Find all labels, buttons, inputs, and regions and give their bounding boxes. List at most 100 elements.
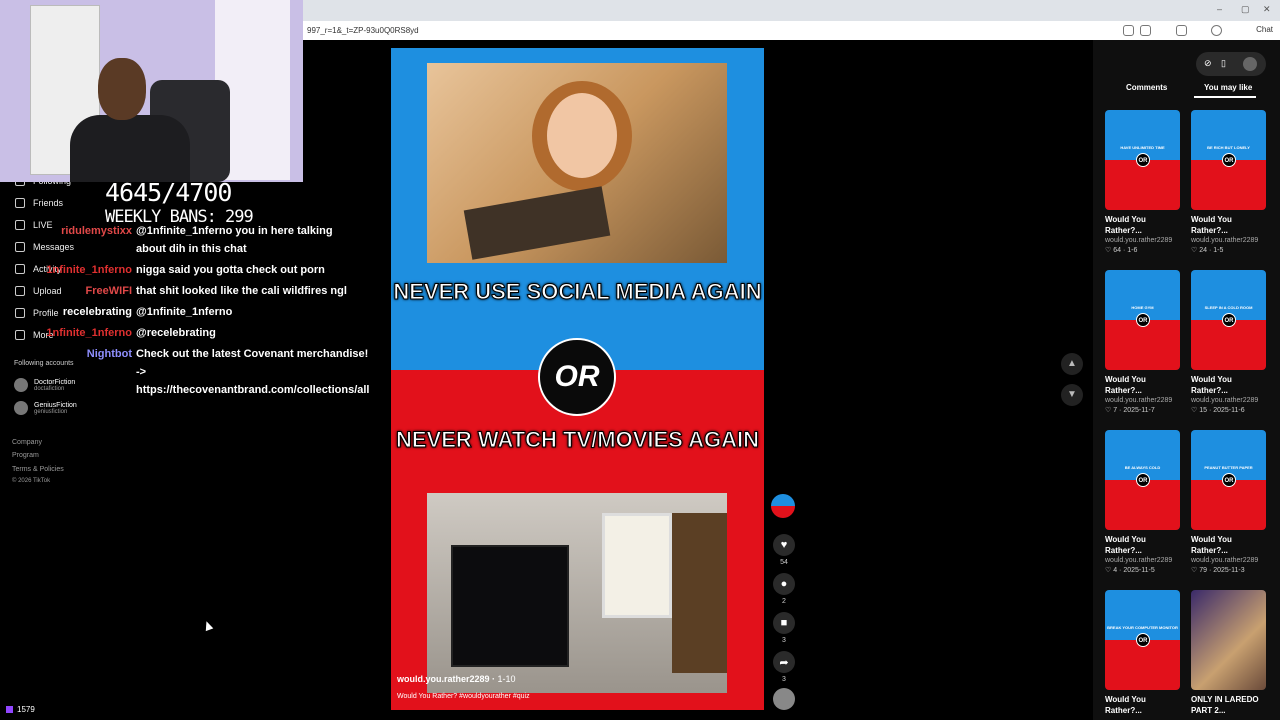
chat-text: Check out the latest Covenant merchandis… — [136, 348, 370, 396]
footer-company[interactable]: Company — [12, 439, 42, 446]
or-badge: OR — [538, 338, 616, 416]
chat-button[interactable]: Chat — [1256, 25, 1273, 34]
video-thumbnail: BE RICH BUT LONELY OR — [1191, 110, 1266, 210]
or-badge: OR — [1136, 313, 1150, 327]
avatar[interactable] — [1243, 57, 1257, 71]
card-author: would.you.rather2289 — [1105, 237, 1173, 244]
following-account[interactable]: GeniusFiction geniusfiction — [14, 401, 77, 415]
video-thumbnail: HOME GYM OR — [1105, 270, 1180, 370]
thumbnail-text: HOME GYM — [1131, 305, 1154, 310]
option-b-text: NEVER WATCH TV/MOVIES AGAIN — [395, 427, 760, 453]
tab-you-may-like[interactable]: You may like — [1204, 83, 1252, 92]
chevron-up-icon: ▲ — [1067, 358, 1077, 369]
chat-username[interactable]: 1nfinite_1nferno — [12, 324, 136, 342]
recommended-video-card[interactable]: BE RICH BUT LONELY OR Would You Rather?...… — [1191, 110, 1266, 254]
sound-button[interactable] — [771, 688, 797, 713]
nav-friends[interactable]: Friends — [15, 198, 63, 208]
comment-button[interactable]: ● 2 — [771, 573, 797, 605]
tab-comments[interactable]: Comments — [1126, 83, 1167, 92]
or-badge: OR — [1222, 473, 1236, 487]
recommended-video-card[interactable]: PEANUT BUTTER PAPER OR Would You Rather?..… — [1191, 430, 1266, 574]
option-a-image — [427, 63, 727, 263]
card-author: would.you.rather2289 — [1105, 557, 1173, 564]
thumbnail-text: HAVE UNLIMITED TIME — [1120, 145, 1165, 150]
card-stats: ♡ 79 · 2025-11-3 — [1191, 567, 1245, 574]
previous-video-button[interactable]: ▲ — [1061, 353, 1083, 375]
chat-message: 1nfinite_1nferno nigga said you gotta che… — [12, 261, 352, 279]
recommended-video-card[interactable]: HAVE UNLIMITED TIME OR Would You Rather?..… — [1105, 110, 1180, 254]
chat-username[interactable]: ridulemystixx — [12, 222, 136, 258]
mouse-cursor — [202, 619, 214, 632]
creator-avatar[interactable] — [771, 494, 795, 518]
video-author[interactable]: would.you.rather2289 · 1-10 — [397, 674, 516, 684]
or-badge: OR — [1136, 473, 1150, 487]
compass-icon[interactable]: ⊘ — [1204, 58, 1212, 69]
stream-chat: ridulemystixx @1nfinite_1nferno you in he… — [12, 222, 369, 402]
video-thumbnail — [1191, 590, 1266, 690]
chevron-down-icon: ▼ — [1067, 389, 1077, 400]
video-thumbnail: SLEEP IN A COLD ROOM OR — [1191, 270, 1266, 370]
thumbnail-text: SLEEP IN A COLD ROOM — [1204, 305, 1253, 310]
or-badge: OR — [1222, 153, 1236, 167]
webcam-overlay — [0, 0, 303, 182]
thumbnail-text: PEANUT BUTTER PAPER — [1204, 465, 1253, 470]
card-author: would.you.rather2289 — [1191, 557, 1259, 564]
webcam-streamer — [98, 58, 146, 120]
thumbnail-text: BE ALWAYS COLD — [1124, 465, 1161, 470]
option-a-panel — [391, 48, 764, 370]
phone-icon[interactable]: ▯ — [1221, 58, 1226, 69]
video-thumbnail: PEANUT BUTTER PAPER OR — [1191, 430, 1266, 530]
viewer-count: 1579 — [6, 705, 35, 714]
minimize-button[interactable]: – — [1217, 4, 1222, 14]
chat-username[interactable]: FreeWIFI — [12, 282, 136, 300]
option-b-panel — [391, 370, 764, 710]
chat-username[interactable]: recelebrating — [12, 303, 136, 321]
footer-program[interactable]: Program — [12, 452, 39, 459]
next-video-button[interactable]: ▼ — [1061, 384, 1083, 406]
close-window-button[interactable]: ✕ — [1263, 4, 1271, 15]
bookmark-icon: ■ — [773, 612, 795, 634]
like-button[interactable]: ♥ 54 — [771, 534, 797, 566]
twitch-icon — [6, 706, 13, 713]
card-stats: ♡ 64 · 1-6 — [1105, 247, 1138, 254]
share-button[interactable]: ➦ 3 — [771, 651, 797, 683]
share-icon: ➦ — [773, 651, 795, 673]
maximize-button[interactable]: ▢ — [1241, 4, 1250, 15]
option-b-image — [427, 493, 727, 693]
chat-text: that shit looked like the cali wildfires… — [136, 285, 347, 297]
webcam-streamer — [70, 115, 190, 182]
or-badge: OR — [1222, 313, 1236, 327]
or-badge: OR — [1136, 633, 1150, 647]
card-title: Would You Rather?... — [1105, 535, 1146, 555]
video-thumbnail: BE ALWAYS COLD OR — [1105, 430, 1180, 530]
extensions-icon[interactable] — [1123, 25, 1134, 36]
recommended-video-card[interactable]: BE ALWAYS COLD OR Would You Rather?... woul… — [1105, 430, 1180, 574]
chat-username[interactable]: Nightbot — [12, 345, 136, 399]
avatar — [14, 401, 28, 415]
footer-terms[interactable]: Terms & Policies — [12, 466, 64, 473]
recommended-video-card[interactable]: HOME GYM OR Would You Rather?... would.you.… — [1105, 270, 1180, 414]
video-thumbnail: HAVE UNLIMITED TIME OR — [1105, 110, 1180, 210]
video-caption: Would You Rather? #wouldyourather #quiz — [397, 693, 530, 700]
download-icon[interactable] — [1176, 25, 1187, 36]
recommended-video-card[interactable]: ONLY IN LAREDO PART 2... — [1191, 590, 1266, 718]
chat-message: FreeWIFI that shit looked like the cali w… — [12, 282, 352, 300]
chat-username[interactable]: 1nfinite_1nferno — [12, 261, 136, 279]
card-author: would.you.rather2289 — [1191, 237, 1259, 244]
chat-text: @1nfinite_1nferno you in here talking ab… — [136, 225, 333, 255]
recommended-video-card[interactable]: SLEEP IN A COLD ROOM OR Would You Rather?.… — [1191, 270, 1266, 414]
card-stats: ♡ 24 · 1-5 — [1191, 247, 1224, 254]
chat-text: @1nfinite_1nferno — [136, 306, 233, 318]
bookmark-star-icon[interactable] — [1140, 25, 1151, 36]
footer-copyright: © 2026 TikTok — [12, 478, 51, 484]
card-stats: ♡ 15 · 2025-11-6 — [1191, 407, 1245, 414]
chat-text: @recelebrating — [136, 327, 216, 339]
card-title: Would You Rather?... — [1191, 535, 1232, 555]
video-thumbnail: BREAK YOUR COMPUTER MONITOR OR — [1105, 590, 1180, 690]
save-button[interactable]: ■ 3 — [771, 612, 797, 644]
profile-avatar-icon[interactable] — [1211, 25, 1222, 36]
thumbnail-text: BREAK YOUR COMPUTER MONITOR — [1107, 625, 1178, 630]
chat-message: recelebrating @1nfinite_1nferno — [12, 303, 352, 321]
video-player[interactable]: NEVER USE SOCIAL MEDIA AGAIN OR NEVER WA… — [391, 48, 764, 710]
recommended-video-card[interactable]: BREAK YOUR COMPUTER MONITOR OR Would You R… — [1105, 590, 1180, 718]
